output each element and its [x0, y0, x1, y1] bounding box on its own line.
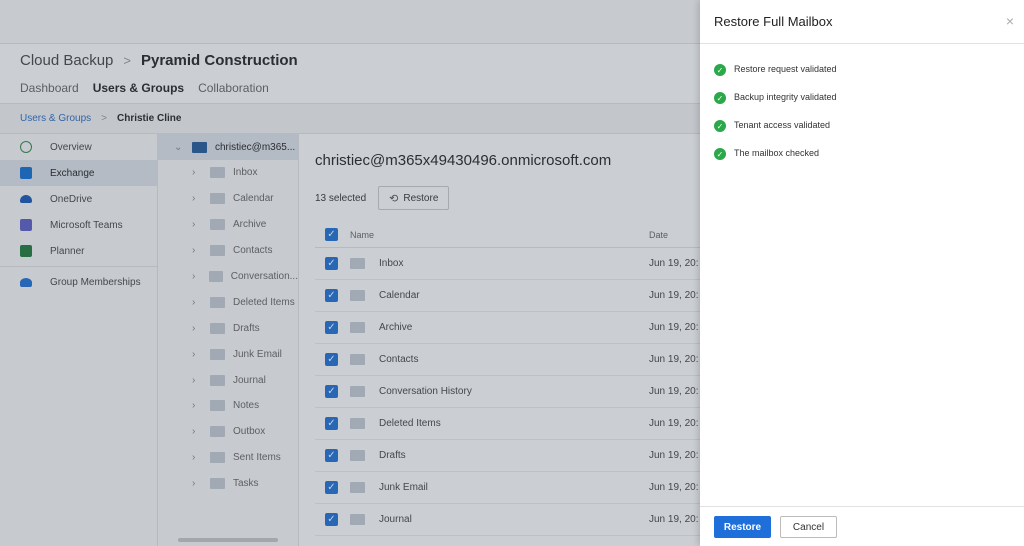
validation-label: Restore request validated	[734, 64, 837, 74]
validation-item: ✓ Restore request validated	[714, 64, 837, 92]
validation-item: ✓ Backup integrity validated	[714, 92, 837, 120]
close-icon[interactable]: ×	[1006, 14, 1014, 28]
validation-item: ✓ The mailbox checked	[714, 148, 837, 176]
validation-label: The mailbox checked	[734, 148, 820, 158]
validation-label: Tenant access validated	[734, 120, 831, 130]
validation-list: ✓ Restore request validated ✓ Backup integ…	[714, 64, 837, 176]
cancel-button[interactable]: Cancel	[780, 516, 837, 538]
validation-label: Backup integrity validated	[734, 92, 837, 102]
check-circle-icon: ✓	[714, 64, 726, 76]
panel-footer: Restore Cancel	[700, 506, 1024, 546]
panel-header: Restore Full Mailbox ×	[700, 0, 1024, 44]
restore-panel: Restore Full Mailbox × ✓ Restore request …	[700, 0, 1024, 546]
validation-item: ✓ Tenant access validated	[714, 120, 837, 148]
check-circle-icon: ✓	[714, 148, 726, 160]
check-circle-icon: ✓	[714, 120, 726, 132]
restore-button[interactable]: Restore	[714, 516, 771, 538]
modal-overlay[interactable]	[0, 0, 700, 546]
check-circle-icon: ✓	[714, 92, 726, 104]
panel-title: Restore Full Mailbox	[714, 14, 833, 29]
